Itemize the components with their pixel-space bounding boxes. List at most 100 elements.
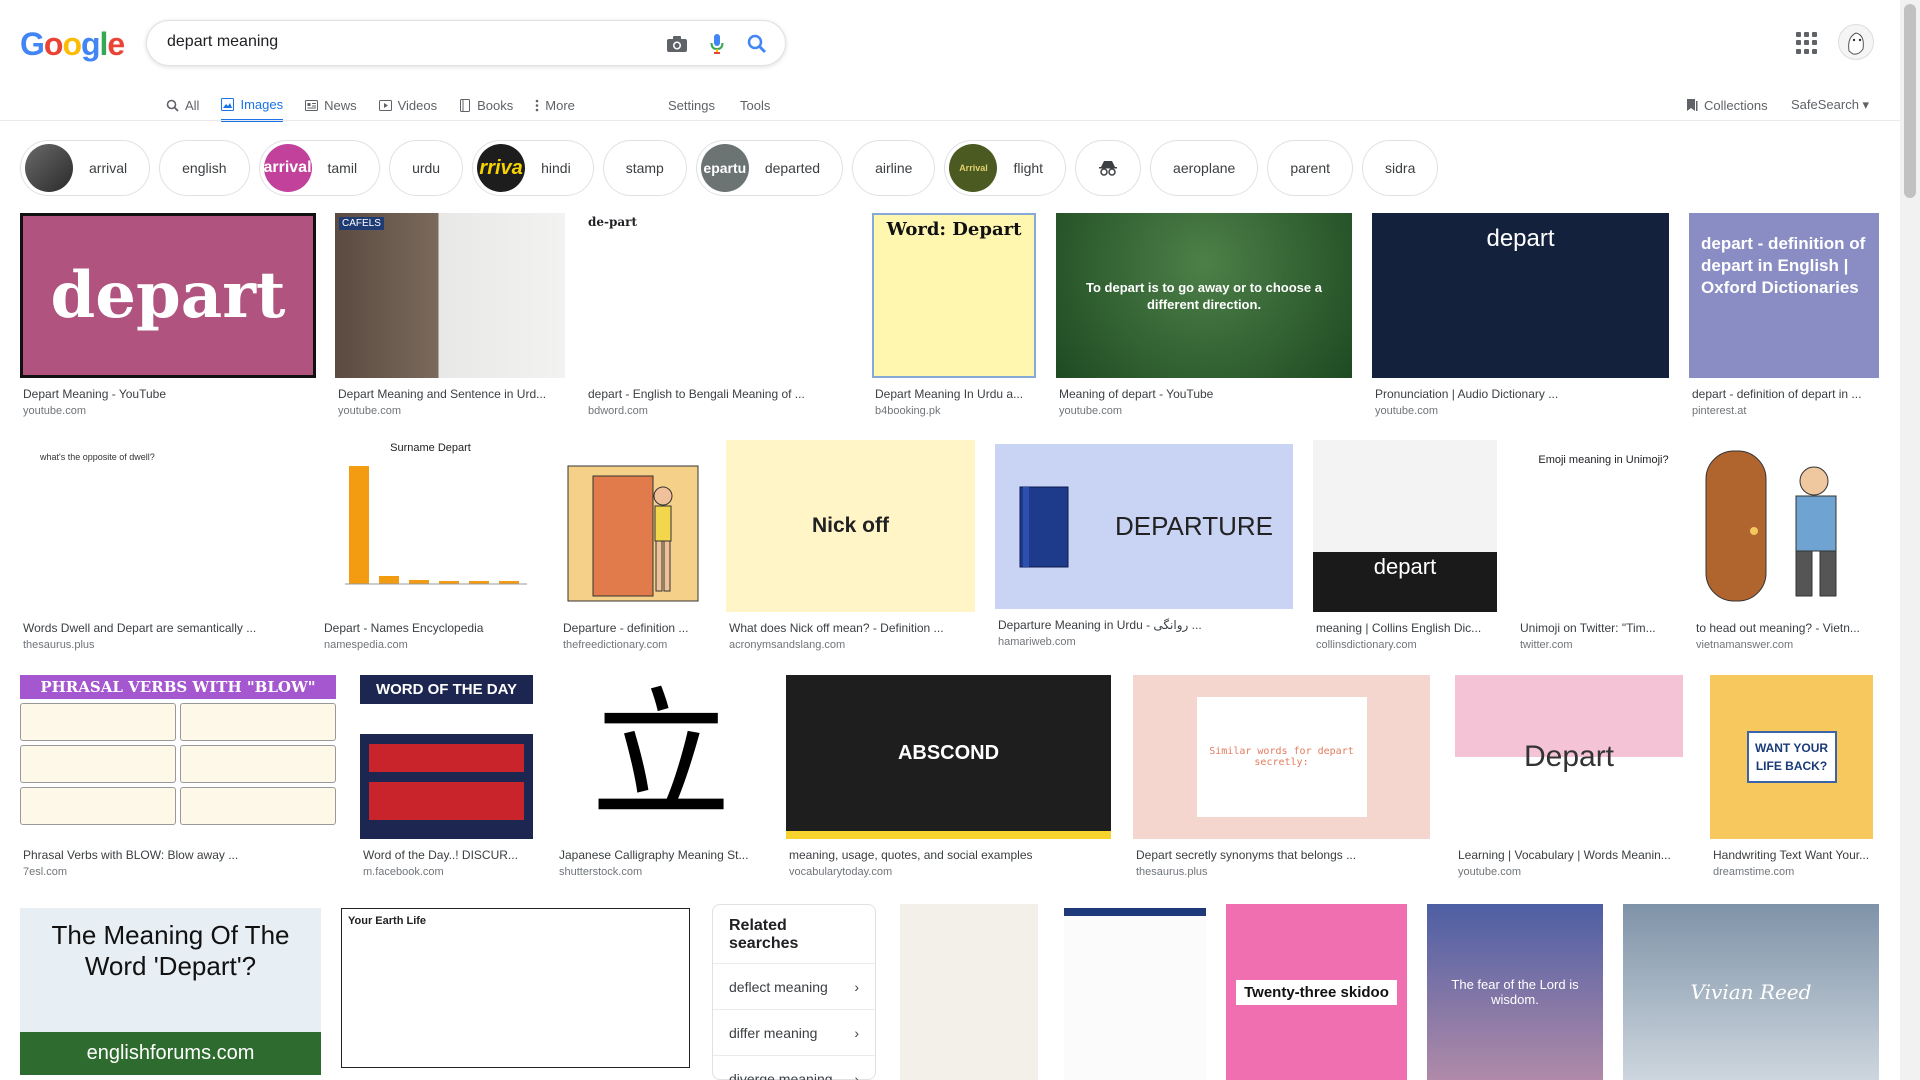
image-result[interactable]: depart Depart Meaning - YouTube youtube.…: [20, 213, 316, 417]
chevron-right-icon: ›: [854, 1070, 859, 1080]
thumbnail-text: PHRASAL VERBS WITH "BLOW": [20, 675, 336, 699]
chip-aeroplane[interactable]: aeroplane: [1150, 140, 1259, 196]
image-result[interactable]: The fear of the Lord is wisdom.: [1427, 904, 1603, 1080]
image-result[interactable]: PHRASAL VERBS WITH "BLOW" Phrasal Verbs …: [20, 675, 336, 878]
thumbnail-text: Surname Depart: [390, 442, 471, 454]
result-thumbnail: Emoji meaning in Unimoji?: [1517, 440, 1690, 612]
logo-letter: o: [62, 26, 82, 62]
search-input[interactable]: [167, 33, 627, 51]
chip-label: sidra: [1385, 160, 1416, 176]
tab-videos[interactable]: Videos: [378, 90, 437, 120]
image-result[interactable]: depart Pronunciation | Audio Dictionary …: [1372, 213, 1669, 417]
thumbnail-text: depart: [1373, 554, 1437, 579]
result-caption: Meaning of depart - YouTube: [1059, 387, 1214, 401]
result-caption: meaning, usage, quotes, and social examp…: [789, 848, 1033, 862]
image-result[interactable]: DEPARTURE Departure Meaning in Urdu - رو…: [995, 440, 1293, 648]
chip-airline[interactable]: airline: [852, 140, 936, 196]
tools-link[interactable]: Tools: [740, 90, 770, 120]
image-result[interactable]: CAFELS Depart Meaning and Sentence in Ur…: [335, 213, 565, 417]
image-result[interactable]: Depart Learning | Vocabulary | Words Mea…: [1455, 675, 1683, 878]
chip-flight[interactable]: Arrival flight: [944, 140, 1067, 196]
image-result[interactable]: Emoji meaning in Unimoji? Unimoji on Twi…: [1517, 440, 1690, 651]
tab-books[interactable]: Books: [459, 90, 513, 120]
image-result[interactable]: WANT YOUR LIFE BACK? Handwriting Text Wa…: [1710, 675, 1873, 878]
result-caption: Phrasal Verbs with BLOW: Blow away ...: [23, 848, 239, 862]
image-result[interactable]: Vivian Reed: [1623, 904, 1879, 1080]
image-result[interactable]: WORD OF THE DAY Word of the Day..! DISCU…: [360, 675, 533, 878]
search-tabs: All Images News Videos Books More: [166, 90, 597, 122]
related-search-item[interactable]: deflect meaning ›: [713, 963, 875, 1009]
image-result[interactable]: to head out meaning? - Vietn... vietnama…: [1693, 440, 1879, 651]
image-result[interactable]: Your Earth Life: [341, 908, 690, 1068]
result-caption: Depart Meaning and Sentence in Urd...: [338, 387, 547, 401]
chip-urdu[interactable]: urdu: [389, 140, 464, 196]
result-caption: meaning | Collins English Dic...: [1316, 621, 1482, 635]
chip-sidra[interactable]: sidra: [1362, 140, 1439, 196]
image-result[interactable]: depart - definition of depart in English…: [1689, 213, 1879, 417]
tab-label: Books: [477, 97, 514, 113]
microphone-icon[interactable]: [704, 31, 730, 57]
image-result[interactable]: de-part depart - English to Bengali Mean…: [585, 213, 852, 417]
tab-images[interactable]: Images: [221, 90, 284, 122]
settings-link[interactable]: Settings: [668, 90, 715, 120]
incognito-icon: [1099, 161, 1118, 176]
image-result[interactable]: Word: Depart Depart Meaning In Urdu a...…: [872, 213, 1036, 417]
safesearch-menu[interactable]: SafeSearch ▾: [1791, 90, 1869, 120]
bookmark-icon: [1687, 99, 1698, 111]
image-result[interactable]: To depart is to go away or to choose a d…: [1056, 213, 1352, 417]
video-icon: [378, 99, 392, 111]
image-result[interactable]: Nick off What does Nick off mean? - Defi…: [726, 440, 975, 651]
result-caption: depart - English to Bengali Meaning of .…: [588, 387, 805, 401]
image-result[interactable]: [900, 904, 1038, 1080]
image-result[interactable]: Twenty-three skidoo: [1226, 904, 1407, 1080]
result-source: b4booking.pk: [875, 405, 941, 417]
thumbnail-text: depart - definition of depart in English…: [1701, 234, 1866, 297]
image-result[interactable]: Surname Depart Depart - Names Encycloped…: [321, 440, 540, 651]
result-thumbnail: CAFELS: [335, 213, 565, 378]
chip-tamil[interactable]: arrival tamil: [258, 140, 381, 196]
camera-icon[interactable]: [664, 31, 690, 57]
result-caption: Pronunciation | Audio Dictionary ...: [1375, 387, 1559, 401]
chip-english[interactable]: english: [159, 140, 250, 196]
image-result[interactable]: 立 Japanese Calligraphy Meaning St... shu…: [556, 675, 766, 878]
chip-arrival[interactable]: arrival: [20, 140, 151, 196]
result-thumbnail: Vivian Reed: [1623, 904, 1879, 1080]
result-source: thesaurus.plus: [23, 639, 95, 651]
apps-grid-icon[interactable]: [1796, 32, 1818, 54]
image-result[interactable]: Similar words for depart secretly: Depar…: [1133, 675, 1430, 878]
google-logo[interactable]: Google: [20, 26, 125, 63]
scrollbar-thumb[interactable]: [1904, 4, 1916, 198]
chip-stamp[interactable]: stamp: [602, 140, 687, 196]
thumbnail-text: Similar words for depart secretly:: [1209, 746, 1354, 768]
related-search-label: diverge meaning: [729, 1070, 833, 1080]
image-result[interactable]: depart meaning | Collins English Dic... …: [1313, 440, 1497, 651]
image-result[interactable]: [1064, 908, 1206, 1080]
result-caption: Depart Meaning - YouTube: [23, 387, 166, 401]
chevron-right-icon: ›: [854, 978, 859, 995]
result-caption: Departure - definition ...: [563, 621, 689, 635]
thumbnail-text: WANT YOUR LIFE BACK?: [1754, 741, 1829, 773]
result-source: dreamstime.com: [1713, 866, 1795, 878]
related-search-item[interactable]: differ meaning ›: [713, 1009, 875, 1055]
image-result[interactable]: The Meaning Of The Word 'Depart'? englis…: [20, 908, 321, 1075]
related-search-item[interactable]: diverge meaning ›: [713, 1055, 875, 1080]
chip-departed[interactable]: epartu departed: [695, 140, 844, 196]
result-caption: Word of the Day..! DISCUR...: [363, 848, 518, 862]
collections-link[interactable]: Collections: [1686, 90, 1768, 120]
tab-news[interactable]: News: [305, 90, 357, 120]
chip-parent[interactable]: parent: [1267, 140, 1354, 196]
image-result[interactable]: Departure - definition ... thefreedictio…: [560, 440, 706, 651]
tab-more[interactable]: More: [535, 90, 575, 120]
result-source: 7esl.com: [23, 866, 68, 878]
search-submit-icon[interactable]: [744, 31, 770, 57]
chip-incognito[interactable]: [1075, 140, 1142, 196]
avatar[interactable]: [1838, 24, 1874, 60]
image-result[interactable]: what's the opposite of dwell? Words Dwel…: [20, 440, 301, 651]
chip-hindi[interactable]: rriva hindi: [472, 140, 594, 196]
chip-label: parent: [1290, 160, 1331, 176]
related-searches-card: Related searches deflect meaning › differ…: [712, 904, 876, 1080]
image-result[interactable]: ABSCOND meaning, usage, quotes, and soci…: [786, 675, 1111, 878]
book-icon: [460, 98, 471, 112]
tab-all[interactable]: All: [166, 90, 199, 120]
result-source: thesaurus.plus: [1136, 866, 1208, 878]
